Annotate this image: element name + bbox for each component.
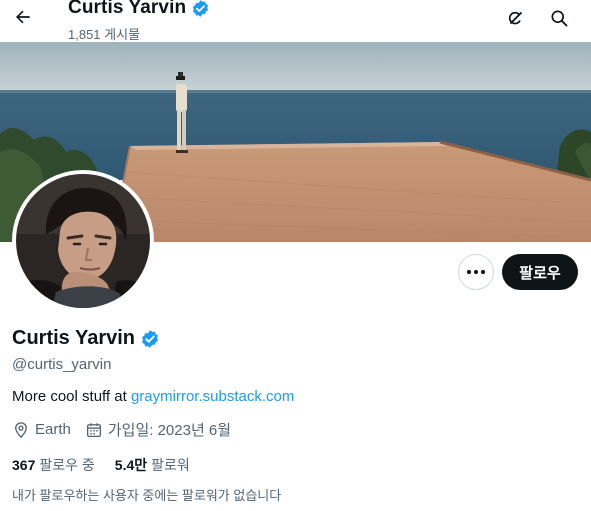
back-button[interactable] — [8, 2, 38, 32]
more-dot — [481, 270, 485, 274]
calendar-icon — [86, 422, 101, 437]
post-count: 1,851 게시물 — [68, 27, 141, 42]
location-pin-icon — [15, 421, 27, 438]
grok-icon — [508, 11, 522, 25]
bio-text: More cool stuff at — [12, 388, 131, 405]
followers-count: 5.4만 — [114, 457, 148, 473]
join-date-text: 가입일: 2023년 6월 — [107, 422, 232, 439]
verified-badge-icon — [193, 0, 209, 17]
search-button[interactable] — [545, 4, 573, 32]
avatar-frame[interactable] — [12, 170, 154, 312]
location: Earth — [12, 421, 71, 439]
following-stat[interactable]: 367 팔로우 중 — [12, 455, 95, 475]
header-title: Curtis Yarvin — [68, 0, 210, 19]
arrow-left-icon — [16, 10, 30, 24]
followed-by-note: 내가 팔로우하는 사용자 중에는 팔로워가 없습니다 — [12, 488, 282, 503]
following-label: 팔로우 중 — [39, 457, 95, 473]
header-display-name: Curtis Yarvin — [68, 0, 187, 18]
followers-label: 팔로워 — [151, 457, 190, 473]
follow-stats: 367 팔로우 중 5.4만 팔로워 — [12, 455, 210, 475]
join-date: 가입일: 2023년 6월 — [85, 419, 231, 440]
location-text: Earth — [35, 421, 71, 438]
profile-bio: More cool stuff at graymirror.substack.c… — [12, 388, 294, 405]
bio-link[interactable]: graymirror.substack.com — [131, 388, 294, 405]
more-dots-icon — [467, 270, 471, 274]
follow-button[interactable]: 팔로우 — [502, 254, 578, 290]
grok-button[interactable] — [502, 4, 530, 32]
profile-header-bar: Curtis Yarvin 1,851 게시물 — [0, 0, 591, 42]
profile-name-row: Curtis Yarvin — [12, 327, 160, 350]
profile-handle: @curtis_yarvin — [12, 356, 112, 373]
verified-badge-icon[interactable] — [140, 329, 160, 349]
avatar-image — [16, 174, 150, 308]
followers-stat[interactable]: 5.4만 팔로워 — [115, 455, 190, 475]
profile-display-name: Curtis Yarvin — [12, 327, 136, 349]
more-dot — [474, 270, 478, 274]
search-icon — [551, 10, 568, 27]
avatar — [16, 174, 150, 308]
following-count: 367 — [12, 457, 36, 473]
more-options-button[interactable] — [458, 254, 494, 290]
profile-meta: Earth 가입일: 2023년 6월 — [12, 419, 245, 440]
